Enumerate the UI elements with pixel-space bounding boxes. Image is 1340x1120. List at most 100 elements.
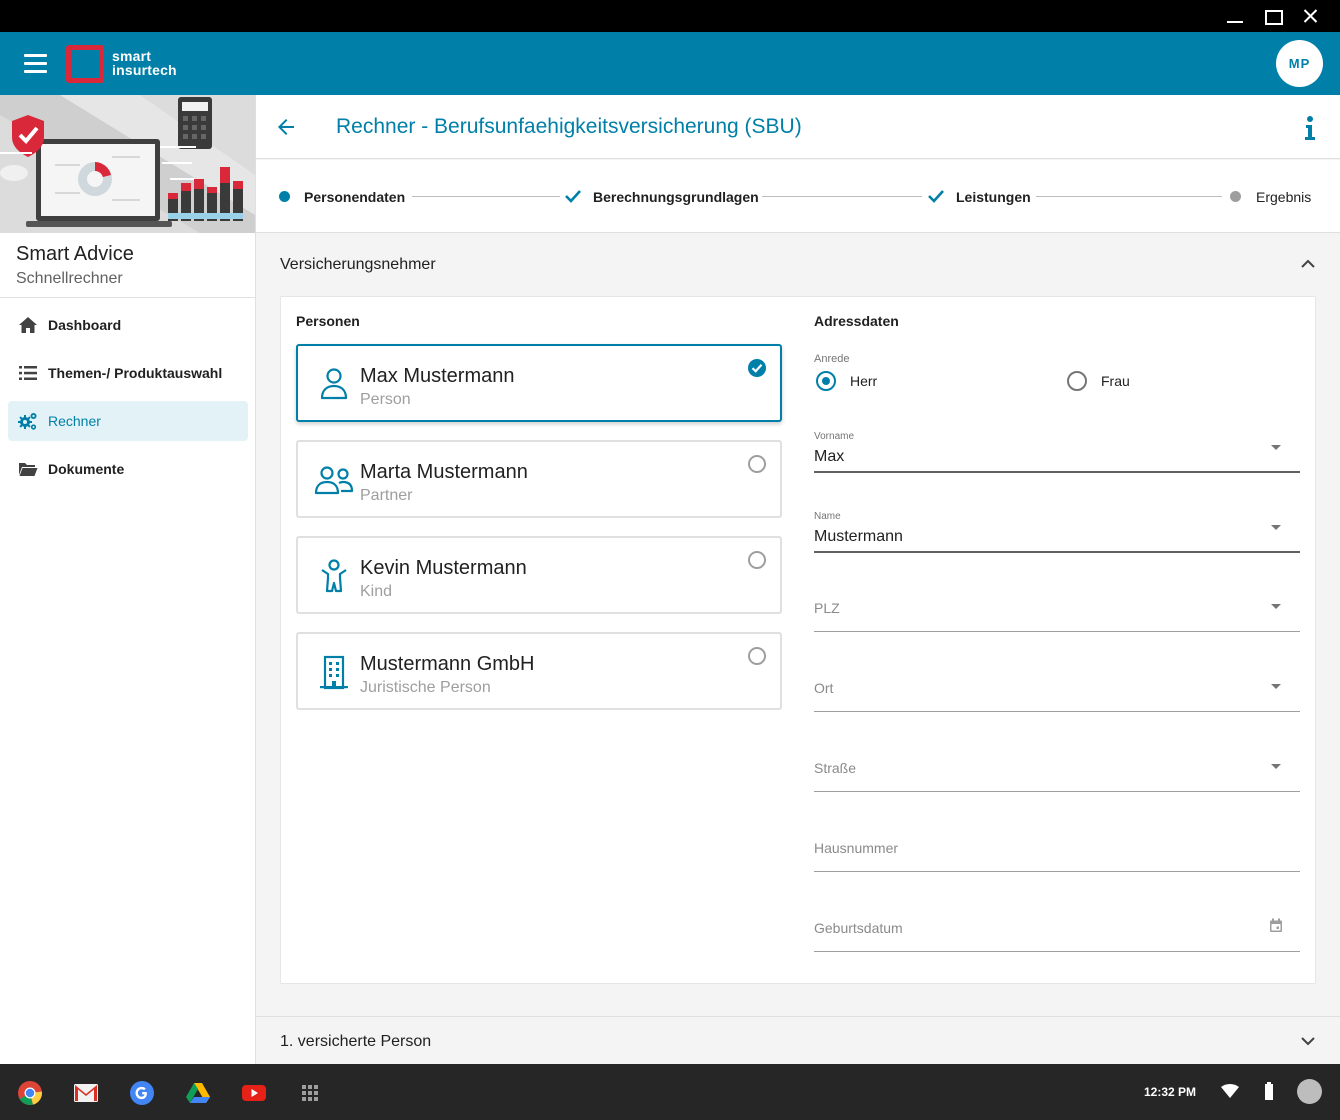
launcher-icon[interactable]: [297, 1080, 323, 1106]
sidebar: Smart Advice Schnellrechner Dashboard Th…: [0, 95, 256, 1064]
hausnummer-placeholder: Hausnummer: [814, 840, 899, 856]
check-icon: [928, 190, 944, 203]
name-label: Name: [814, 511, 841, 522]
check-circle-icon[interactable]: [748, 359, 766, 377]
close-icon[interactable]: [1300, 6, 1322, 26]
brand-title: Smart Advice: [16, 243, 134, 265]
plz-field[interactable]: PLZ: [814, 578, 1300, 632]
step-connector: [1036, 196, 1222, 197]
chevron-down-icon[interactable]: [1300, 1033, 1316, 1049]
logo-text: smart insurtech: [112, 49, 177, 77]
radio-label: Frau: [1101, 373, 1130, 389]
sidebar-item-dokumente[interactable]: Dokumente: [8, 449, 248, 489]
folder-icon: [19, 463, 38, 476]
chrome-icon[interactable]: [17, 1080, 43, 1106]
geburtsdatum-placeholder: Geburtsdatum: [814, 920, 903, 936]
youtube-icon[interactable]: [241, 1080, 267, 1106]
back-arrow-icon[interactable]: [274, 115, 298, 139]
sidebar-item-label: Dashboard: [48, 317, 122, 333]
avatar[interactable]: MP: [1276, 40, 1323, 87]
child-icon: [321, 559, 347, 593]
radio-frau[interactable]: Frau: [1067, 371, 1157, 393]
person-card-max[interactable]: Max Mustermann Person: [296, 344, 782, 422]
radio-unchecked-icon: [1067, 371, 1087, 391]
section-versicherungsnehmer[interactable]: Versicherungsnehmer: [256, 234, 1340, 296]
minimize-icon[interactable]: [1224, 6, 1246, 26]
sidebar-item-label: Themen-/ Produktauswahl: [48, 365, 223, 381]
person-card-marta[interactable]: Marta Mustermann Partner: [296, 440, 782, 518]
radio-checked-icon: [816, 371, 836, 391]
section-versicherte-person[interactable]: 1. versicherte Person: [256, 1016, 1340, 1064]
vorname-value: Max: [814, 448, 845, 465]
person-name: Max Mustermann: [360, 365, 515, 387]
taskbar: 12:32 PM: [0, 1064, 1340, 1120]
radio-unchecked-icon[interactable]: [748, 551, 766, 569]
sidebar-item-label: Dokumente: [48, 461, 125, 477]
step-connector: [412, 196, 560, 197]
drive-icon[interactable]: [185, 1080, 211, 1106]
dropdown-arrow-icon[interactable]: [1271, 525, 1281, 530]
step-current-dot: [279, 191, 290, 202]
person-icon: [320, 368, 348, 400]
app-bar: smart insurtech MP: [0, 32, 1340, 95]
google-search-icon[interactable]: [129, 1080, 155, 1106]
dropdown-arrow-icon[interactable]: [1271, 604, 1281, 609]
dropdown-arrow-icon[interactable]: [1271, 445, 1281, 450]
strasse-field[interactable]: Straße: [814, 738, 1300, 792]
step-ergebnis[interactable]: Ergebnis: [1230, 160, 1330, 233]
person-role: Juristische Person: [360, 679, 491, 696]
hausnummer-field[interactable]: Hausnummer: [814, 818, 1300, 872]
maximize-icon[interactable]: [1262, 6, 1284, 26]
info-icon[interactable]: [1302, 115, 1318, 141]
step-personendaten[interactable]: Personendaten: [278, 160, 408, 233]
geburtsdatum-field[interactable]: Geburtsdatum: [814, 898, 1300, 952]
name-field[interactable]: Name Mustermann: [814, 511, 1300, 553]
dropdown-arrow-icon[interactable]: [1271, 684, 1281, 689]
ort-field[interactable]: Ort: [814, 658, 1300, 712]
person-name: Marta Mustermann: [360, 461, 528, 483]
radio-unchecked-icon[interactable]: [748, 647, 766, 665]
person-card-kevin[interactable]: Kevin Mustermann Kind: [296, 536, 782, 614]
brand-subtitle: Schnellrechner: [16, 270, 123, 287]
sidebar-item-rechner[interactable]: Rechner: [8, 401, 248, 441]
strasse-placeholder: Straße: [814, 760, 857, 776]
clock[interactable]: 12:32 PM: [1144, 1085, 1196, 1099]
step-connector: [762, 196, 922, 197]
dropdown-arrow-icon[interactable]: [1271, 764, 1281, 769]
radio-herr[interactable]: Herr: [816, 371, 906, 393]
step-label: Berechnungsgrundlagen: [593, 189, 759, 205]
user-status-avatar[interactable]: [1297, 1079, 1322, 1104]
gmail-icon[interactable]: [73, 1080, 99, 1106]
step-pending-dot: [1230, 191, 1241, 202]
building-icon: [320, 655, 348, 690]
battery-icon[interactable]: [1263, 1082, 1275, 1102]
vorname-label: Vorname: [814, 431, 855, 442]
radio-label: Herr: [850, 373, 878, 389]
name-value: Mustermann: [814, 528, 903, 545]
sidebar-item-themen[interactable]: Themen-/ Produktauswahl: [8, 353, 248, 393]
step-leistungen[interactable]: Leistungen: [927, 160, 1037, 233]
stepper: Personendaten Berechnungsgrundlagen Leis…: [256, 160, 1340, 233]
vorname-field[interactable]: Vorname Max: [814, 431, 1300, 473]
window-titlebar: [0, 0, 1340, 32]
anrede-label: Anrede: [814, 353, 850, 365]
page-title: Rechner - Berufsunfaehigkeitsversicherun…: [336, 115, 802, 138]
calendar-icon[interactable]: [1269, 918, 1283, 933]
radio-unchecked-icon[interactable]: [748, 455, 766, 473]
list-icon: [19, 366, 37, 380]
person-card-gmbh[interactable]: Mustermann GmbH Juristische Person: [296, 632, 782, 710]
person-role: Partner: [360, 487, 413, 504]
ort-placeholder: Ort: [814, 680, 834, 696]
chevron-up-icon[interactable]: [1300, 256, 1316, 272]
sidebar-item-label: Rechner: [48, 413, 101, 429]
step-berechnungsgrundlagen[interactable]: Berechnungsgrundlagen: [564, 160, 764, 233]
partner-icon: [314, 466, 354, 495]
section-title: Versicherungsnehmer: [280, 256, 436, 273]
plz-placeholder: PLZ: [814, 600, 840, 616]
home-icon: [19, 317, 37, 333]
address-heading: Adressdaten: [814, 313, 899, 329]
sidebar-divider: [0, 297, 255, 298]
sidebar-item-dashboard[interactable]: Dashboard: [8, 305, 248, 345]
menu-icon[interactable]: [24, 53, 48, 75]
wifi-icon[interactable]: [1220, 1082, 1240, 1102]
